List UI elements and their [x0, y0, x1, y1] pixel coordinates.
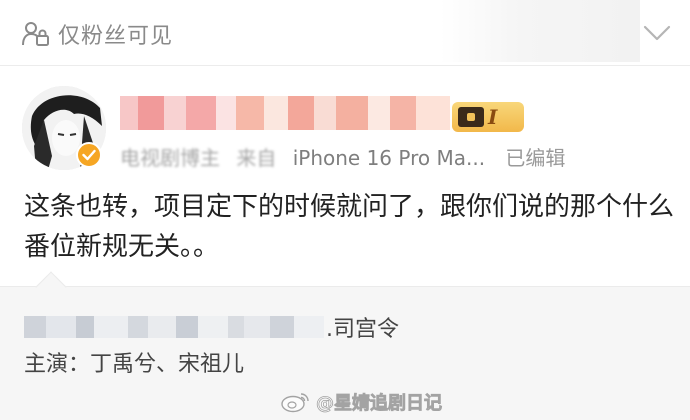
post-body: 这条也转，项目定下的时候就问了，跟你们说的那个什么番位新规无关。。: [24, 192, 675, 262]
lock-person-icon: [22, 22, 49, 46]
source-prefix: 来自: [236, 146, 277, 170]
visibility-label: 仅粉丝可见: [58, 24, 174, 49]
device-source[interactable]: iPhone 16 Pro Ma...: [293, 146, 485, 170]
treasure-chest-icon: [458, 107, 484, 127]
member-level-label: I: [488, 105, 498, 129]
quoted-cast: 主演：丁禹兮、宋祖儿: [24, 352, 245, 377]
quoted-title-redacted: [24, 314, 324, 340]
watermark-text: @星婧追剧日记: [316, 393, 443, 415]
username-redacted[interactable]: [120, 96, 450, 130]
visibility-bar: 仅粉丝可见: [0, 0, 690, 66]
chevron-down-icon[interactable]: [642, 22, 672, 44]
weibo-logo-icon: [281, 393, 309, 413]
blurred-region: [440, 0, 640, 62]
visibility-indicator: 仅粉丝可见: [22, 19, 173, 49]
member-level-badge[interactable]: I: [452, 102, 524, 132]
author-category: 电视剧博主: [120, 146, 220, 170]
quoted-title-suffix: .司宫令: [326, 317, 399, 342]
verified-check-icon: [76, 142, 102, 168]
watermark: @星婧追剧日记: [280, 388, 442, 416]
quoted-title: .司宫令: [24, 312, 399, 342]
edited-label[interactable]: 已编辑: [505, 146, 565, 170]
post-meta: 电视剧博主 来自 iPhone 16 Pro Ma... 已编辑: [120, 142, 565, 171]
